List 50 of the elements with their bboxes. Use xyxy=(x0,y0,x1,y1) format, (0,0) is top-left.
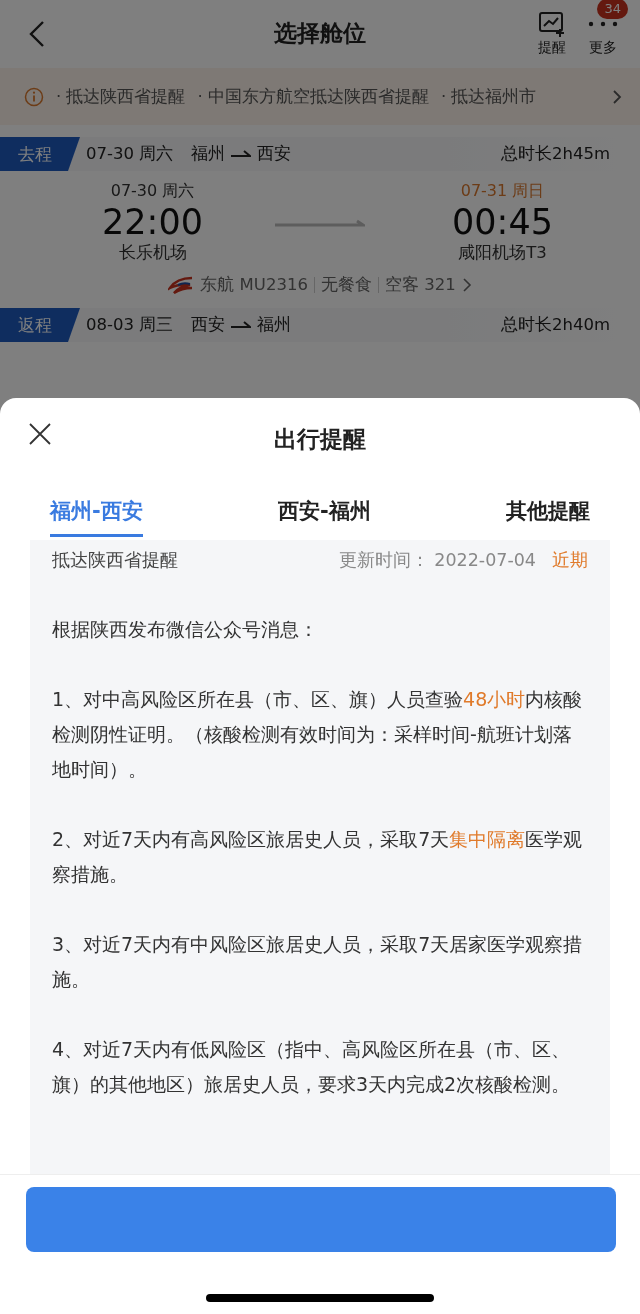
more-icon xyxy=(588,21,618,27)
sheet-title: 出行提醒 xyxy=(274,425,366,454)
flight-detail: 空客 321 xyxy=(384,274,456,296)
duration: 总时长2h40m xyxy=(500,314,610,336)
flight-detail: 无餐食 xyxy=(320,274,372,296)
chevron-right-icon xyxy=(461,277,472,293)
depart-time: 22:00 xyxy=(102,202,203,242)
flight-line-icon xyxy=(275,218,365,227)
notice-bar[interactable]: · 抵达陕西省提醒 · 中国东方航空抵达陕西省提醒 · 抵达福州市 xyxy=(0,68,640,125)
trip-tag: 去程 xyxy=(0,137,80,171)
airline-logo-icon xyxy=(168,276,195,294)
action-label: 提醒 xyxy=(538,39,566,57)
depart-date: 07-30 周六 xyxy=(110,181,195,202)
action-label: 更多 xyxy=(589,39,617,57)
trip-date: 08-03 周三 xyxy=(86,314,174,336)
city: 西安 xyxy=(191,314,226,336)
close-button[interactable] xyxy=(28,422,52,446)
chart-plus-icon xyxy=(538,11,566,37)
duration: 总时长2h45m xyxy=(500,143,610,165)
airport-name: 长乐机场 xyxy=(118,242,187,264)
route-tab[interactable]: 西安-福州 xyxy=(278,470,371,537)
trip-date: 07-30 周六 xyxy=(86,143,174,165)
alert-button[interactable]: 提醒 xyxy=(538,11,566,57)
airport-name: 咸阳机场T3 xyxy=(458,242,547,264)
route-tab[interactable]: 福州-西安 xyxy=(50,470,143,537)
update-time: 更新时间： 2022-07-04 xyxy=(338,549,536,572)
reminder-paragraph: 2、对近7天内有高风险区旅居史人员，采取7天集中隔离医学观察措施。 xyxy=(52,827,584,887)
count-badge: 34 xyxy=(597,0,628,19)
reminder-paragraph: 1、对中高风险区所在县（市、区、旗）人员查验48小时内核酸检测阴性证明。（核酸检测有效时间为：采样时间-航班计划落地时间）。 xyxy=(52,687,584,782)
city: 福州 xyxy=(191,143,226,165)
city: 西安 xyxy=(257,143,292,165)
flight-info[interactable]: 东航 MU2316 无餐食 空客 321 xyxy=(0,274,640,296)
chevron-right-icon xyxy=(612,88,622,105)
reminder-paragraph: 4、对近7天内有低风险区（指中、高风险区所在县（市、区、旗）的其他地区）旅居史人员，要求3天内完成2次核酸检测。 xyxy=(52,1037,572,1097)
info-icon xyxy=(24,86,44,107)
trip-tag: 返程 xyxy=(0,308,80,342)
flight-detail: 东航 MU2316 xyxy=(200,274,308,296)
notice-item: · 抵达福州市 xyxy=(441,85,537,108)
recent-tag: 近期 xyxy=(552,548,588,572)
route-tab[interactable]: 其他提醒 xyxy=(506,470,590,537)
notice-item: · 抵达陕西省提醒 xyxy=(56,85,186,108)
page-title: 选择舱位 xyxy=(274,19,366,48)
arrive-date: 07-31 周日 xyxy=(460,181,545,202)
city: 福州 xyxy=(257,314,292,336)
reminder-paragraph: 3、对近7天内有中风险区旅居史人员，采取7天居家医学观察措施。 xyxy=(52,932,584,992)
reminder-paragraph: 根据陕西发布微信公众号消息： xyxy=(52,617,319,642)
notice-item: · 中国东方航空抵达陕西省提醒 xyxy=(197,85,429,108)
close-icon xyxy=(28,422,52,446)
reminder-title: 抵达陕西省提醒 xyxy=(52,549,178,572)
arrive-time: 00:45 xyxy=(452,202,553,242)
